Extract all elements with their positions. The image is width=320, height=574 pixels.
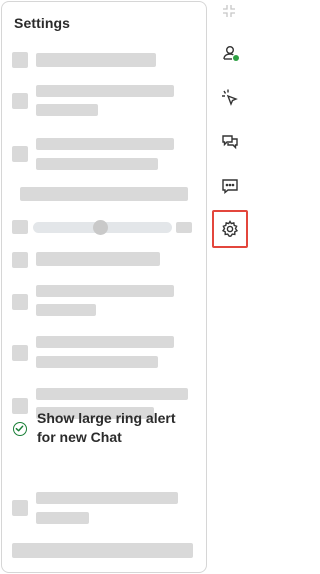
skeleton-line (36, 85, 174, 97)
skeleton-line (36, 336, 174, 348)
skeleton-line (36, 512, 89, 524)
chat-bubbles-icon (222, 135, 238, 150)
skeleton-icon (12, 220, 28, 234)
skeleton-line (36, 104, 98, 116)
rail-button-messages[interactable] (211, 167, 249, 205)
skeleton-checkbox (12, 146, 28, 162)
skeleton-section-header (20, 187, 188, 201)
rail-button-actions[interactable] (211, 79, 249, 117)
skeleton-checkbox (12, 398, 28, 414)
skeleton-checkbox (12, 252, 28, 268)
collapse-icon[interactable] (222, 4, 236, 18)
skeleton-line (36, 304, 96, 316)
rail-button-people[interactable] (211, 34, 249, 72)
ring-alert-label-line1: Show large ring alert (37, 410, 176, 426)
ring-alert-checkmark-icon[interactable] (13, 422, 27, 436)
message-dots-icon (222, 179, 238, 194)
rail-button-chats[interactable] (211, 123, 249, 161)
gear-icon (221, 220, 239, 237)
volume-slider-knob[interactable] (93, 220, 108, 235)
skeleton-line (36, 388, 188, 400)
skeleton-icon (176, 222, 192, 233)
online-status-dot (233, 55, 239, 61)
cursor-sparkle-icon (222, 89, 238, 106)
skeleton-checkbox (12, 52, 28, 68)
panel-title: Settings (14, 15, 71, 31)
skeleton-line (36, 138, 174, 150)
skeleton-line (36, 356, 158, 368)
skeleton-footer (12, 543, 193, 558)
ring-alert-label-line2: for new Chat (37, 429, 122, 445)
rail-button-settings[interactable] (212, 210, 248, 248)
ring-alert-label[interactable]: Show large ring alert for new Chat (37, 409, 202, 447)
skeleton-line (36, 158, 158, 170)
skeleton-line (36, 252, 160, 266)
skeleton-checkbox (12, 294, 28, 310)
person-online-icon (220, 43, 240, 63)
skeleton-line (36, 53, 156, 67)
skeleton-checkbox (12, 93, 28, 109)
skeleton-line (36, 492, 178, 504)
skeleton-checkbox (12, 500, 28, 516)
skeleton-line (36, 285, 174, 297)
skeleton-checkbox (12, 345, 28, 361)
